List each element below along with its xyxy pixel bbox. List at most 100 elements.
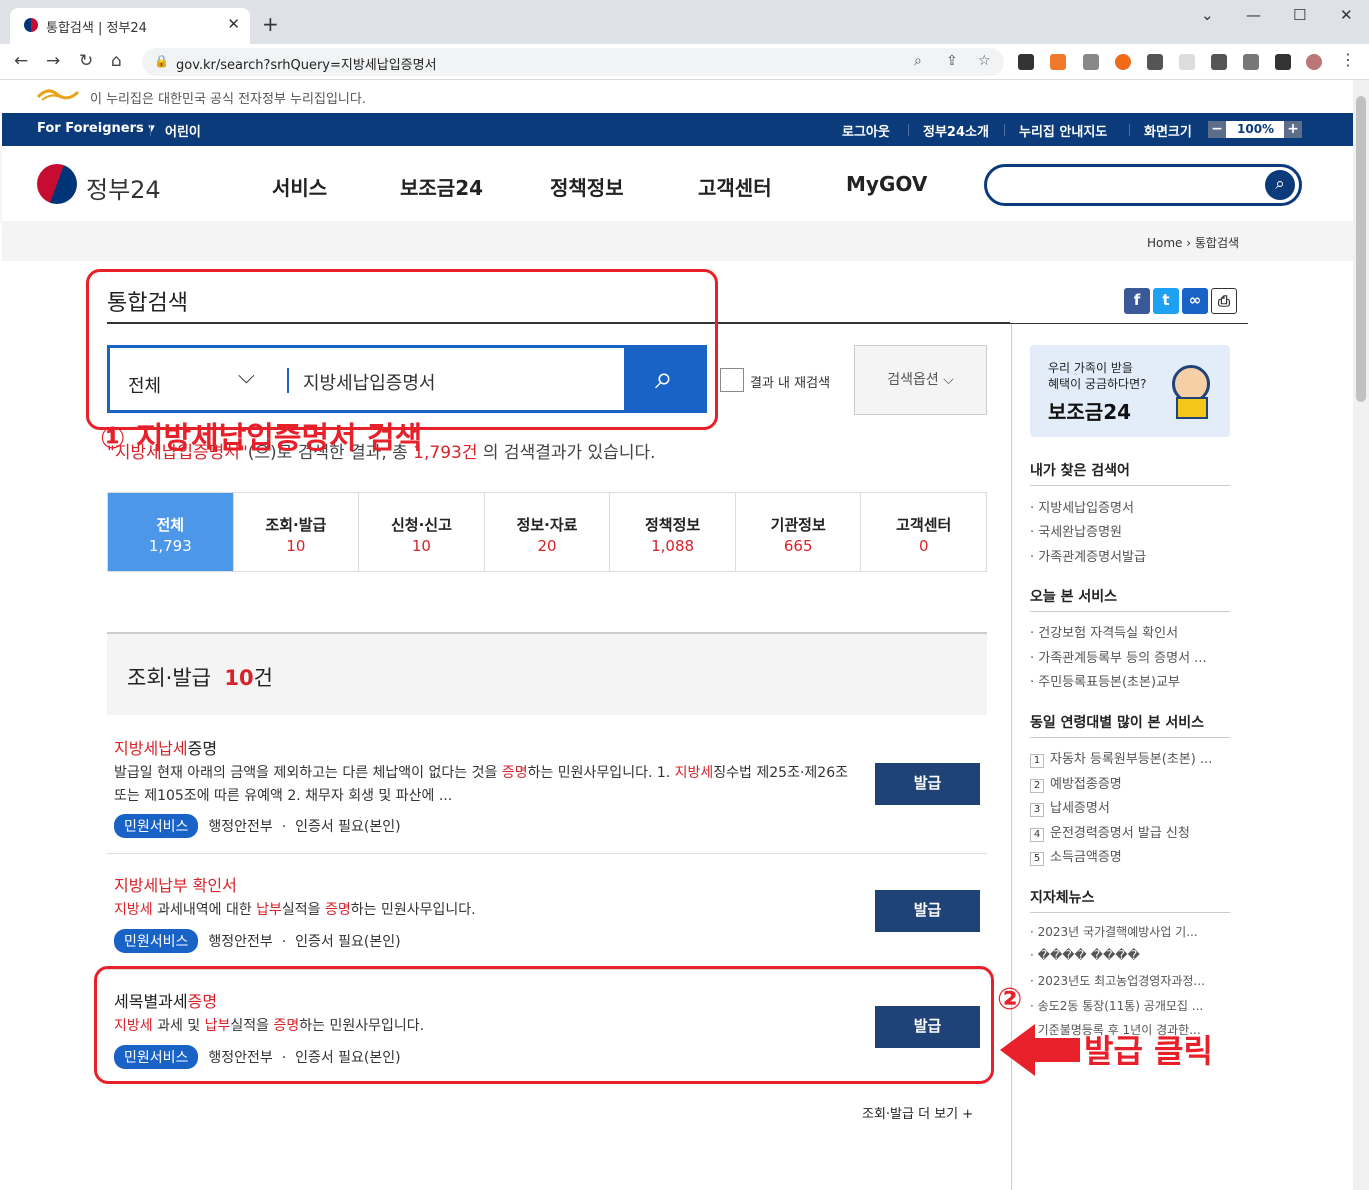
- side-panel-icon[interactable]: [1275, 54, 1291, 70]
- tab-application[interactable]: 신청·신고 10: [359, 493, 485, 571]
- browser-menu-icon[interactable]: ⋮: [1340, 50, 1356, 69]
- section-header: 조회·발급 10건: [107, 632, 987, 715]
- extensions-puzzle-icon[interactable]: [1211, 54, 1227, 70]
- recent-search-item[interactable]: · 지방세납입증명서: [1030, 497, 1134, 516]
- recent-search-item[interactable]: · 가족관계증명서발급: [1030, 546, 1146, 565]
- media-list-icon[interactable]: [1243, 54, 1259, 70]
- divider: [908, 124, 909, 136]
- tab-policy[interactable]: 정책정보 1,088: [610, 493, 736, 571]
- zoom-in-button[interactable]: +: [1284, 121, 1302, 138]
- news-item[interactable]: · 2023년도 최고농업경영자과정...: [1030, 972, 1205, 989]
- refine-search-checkbox[interactable]: [720, 368, 744, 392]
- popular-item[interactable]: 2 예방접종증명: [1030, 773, 1122, 793]
- menu-subsidy24[interactable]: 보조금24: [400, 172, 483, 201]
- menu-mygov[interactable]: MyGOV: [846, 172, 927, 196]
- extension-dark-icon[interactable]: [1147, 54, 1163, 70]
- browser-tab-bar: 통합검색 | 정부24 ✕ + ⌄ — ☐ ✕: [0, 0, 1369, 44]
- divider: [1030, 611, 1230, 612]
- today-service-item[interactable]: · 주민등록표등본(초본)교부: [1030, 671, 1180, 690]
- item-title[interactable]: 지방세납부 확인서: [114, 872, 237, 896]
- about-gov24-link[interactable]: 정부24소개: [923, 121, 989, 140]
- back-icon[interactable]: ←: [14, 51, 28, 71]
- url-field[interactable]: 🔒 gov.kr/search?srhQuery=지방세납입증명서 ⌕ ⇪ ☆: [142, 48, 1004, 76]
- profile-avatar[interactable]: [1306, 54, 1322, 70]
- recent-search-item[interactable]: · 국세완납증명원: [1030, 521, 1122, 540]
- logout-link[interactable]: 로그아웃: [842, 121, 890, 140]
- issue-button[interactable]: 발급: [875, 763, 980, 805]
- sitemap-link[interactable]: 누리집 안내지도: [1019, 121, 1107, 140]
- home-icon[interactable]: ⌂: [111, 51, 122, 71]
- scrollbar-thumb[interactable]: [1356, 96, 1366, 402]
- copy-link-icon[interactable]: ∞: [1182, 288, 1208, 314]
- more-results-link[interactable]: 조회·발급 더 보기 +: [862, 1103, 973, 1122]
- item-description: 지방세 과세내역에 대한 납부실적을 증명하는 민원사무입니다.: [114, 902, 476, 918]
- extension-circle-icon[interactable]: [1115, 54, 1131, 70]
- item-meta: 민원서비스 행정안전부 · 인증서 필요(본인): [114, 929, 401, 953]
- extension-mask-icon[interactable]: [1018, 54, 1034, 70]
- today-service-item[interactable]: · 건강보험 자격득실 확인서: [1030, 622, 1178, 641]
- extension-camera-icon[interactable]: [1083, 54, 1099, 70]
- new-tab-icon[interactable]: +: [262, 12, 279, 36]
- kids-link[interactable]: 어린이: [165, 121, 201, 140]
- menu-customer-center[interactable]: 고객센터: [698, 172, 772, 201]
- page-scrollbar[interactable]: [1353, 80, 1369, 1190]
- search-options-button[interactable]: 검색옵션 ⌵: [854, 345, 987, 415]
- tab-all[interactable]: 전체 1,793: [108, 493, 234, 571]
- annotation-step1: ① 지방세납입증명서 검색: [100, 421, 423, 456]
- popular-item[interactable]: 3 납세증명서: [1030, 797, 1110, 817]
- facebook-share-icon[interactable]: f: [1124, 288, 1150, 314]
- url-text: gov.kr/search?srhQuery=지방세납입증명서: [176, 58, 437, 73]
- extension-orange-icon[interactable]: [1050, 54, 1066, 70]
- zoom-search-icon[interactable]: ⌕: [914, 53, 922, 69]
- issue-button[interactable]: 발급: [875, 890, 980, 932]
- tab-inquiry-issue[interactable]: 조회·발급 10: [234, 493, 360, 571]
- twitter-share-icon[interactable]: t: [1153, 288, 1179, 314]
- close-tab-icon[interactable]: ✕: [227, 15, 240, 33]
- menu-policy-info[interactable]: 정책정보: [550, 172, 624, 201]
- reload-icon[interactable]: ↻: [79, 51, 93, 71]
- recent-search-title: 내가 찾은 검색어: [1030, 463, 1130, 479]
- forward-icon[interactable]: →: [46, 51, 60, 71]
- item-title[interactable]: 지방세납세증명: [114, 735, 217, 759]
- tab-search-icon[interactable]: ⌄: [1201, 6, 1214, 24]
- refine-search-label: 결과 내 재검색: [750, 376, 831, 391]
- header-search-input[interactable]: ⌕: [984, 164, 1302, 206]
- official-notice-bar: 이 누리집은 대한민국 공식 전자정부 누리집입니다.: [0, 80, 1353, 113]
- divider: [1129, 124, 1130, 136]
- bookmark-star-icon[interactable]: ☆: [978, 53, 991, 69]
- divider: [1030, 485, 1230, 486]
- subsidy24-banner[interactable]: 우리 가족이 받을 혜택이 궁금하다면? 보조금24: [1030, 345, 1230, 437]
- tab-agency[interactable]: 기관정보 665: [736, 493, 862, 571]
- gov24-favicon-icon: [24, 18, 38, 32]
- breadcrumb-home[interactable]: Home: [1147, 236, 1182, 250]
- tab-customer-center[interactable]: 고객센터 0: [861, 493, 986, 571]
- news-item[interactable]: · 송도2동 통장(11통) 공개모집 ...: [1030, 997, 1203, 1014]
- news-item[interactable]: · ���� ����: [1030, 948, 1140, 962]
- browser-tab[interactable]: 통합검색 | 정부24 ✕: [10, 8, 250, 44]
- window-close-icon[interactable]: ✕: [1340, 6, 1353, 24]
- popular-item[interactable]: 1 자동차 등록원부등본(초본) ...: [1030, 748, 1212, 768]
- section-title: 조회·발급 10건: [127, 666, 273, 690]
- gov24-logo-icon[interactable]: [37, 164, 77, 204]
- minimize-icon[interactable]: —: [1246, 6, 1261, 24]
- news-item[interactable]: · 2023년 국가결핵예방사업 기...: [1030, 923, 1198, 940]
- today-service-item[interactable]: · 가족관계등록부 등의 증명서 ...: [1030, 647, 1207, 666]
- maximize-icon[interactable]: ☐: [1293, 6, 1306, 24]
- share-page-icon[interactable]: ⇪: [946, 53, 958, 69]
- zoom-out-button[interactable]: −: [1208, 121, 1226, 138]
- popular-item[interactable]: 4 운전경력증명서 발급 신청: [1030, 822, 1190, 842]
- annotation-click: 발급 클릭: [1084, 1032, 1213, 1070]
- divider: [1030, 737, 1230, 738]
- header-search-icon[interactable]: ⌕: [1265, 170, 1295, 200]
- utility-bar: For Foreigners ▾ 어린이 로그아웃 정부24소개 누리집 안내지…: [2, 113, 1353, 146]
- menu-service[interactable]: 서비스: [272, 172, 327, 201]
- popular-item[interactable]: 5 소득금액증명: [1030, 846, 1122, 866]
- annotation-step2: ②: [997, 982, 1023, 1017]
- zoom-control: − 100% +: [1208, 121, 1302, 138]
- site-logo-text[interactable]: 정부24: [86, 170, 161, 205]
- print-icon[interactable]: ⎙: [1211, 288, 1237, 314]
- divider: [150, 124, 151, 136]
- tab-info-data[interactable]: 정보·자료 20: [485, 493, 611, 571]
- for-foreigners-link[interactable]: For Foreigners ▾: [37, 121, 155, 136]
- extension-flag-icon[interactable]: [1179, 54, 1195, 70]
